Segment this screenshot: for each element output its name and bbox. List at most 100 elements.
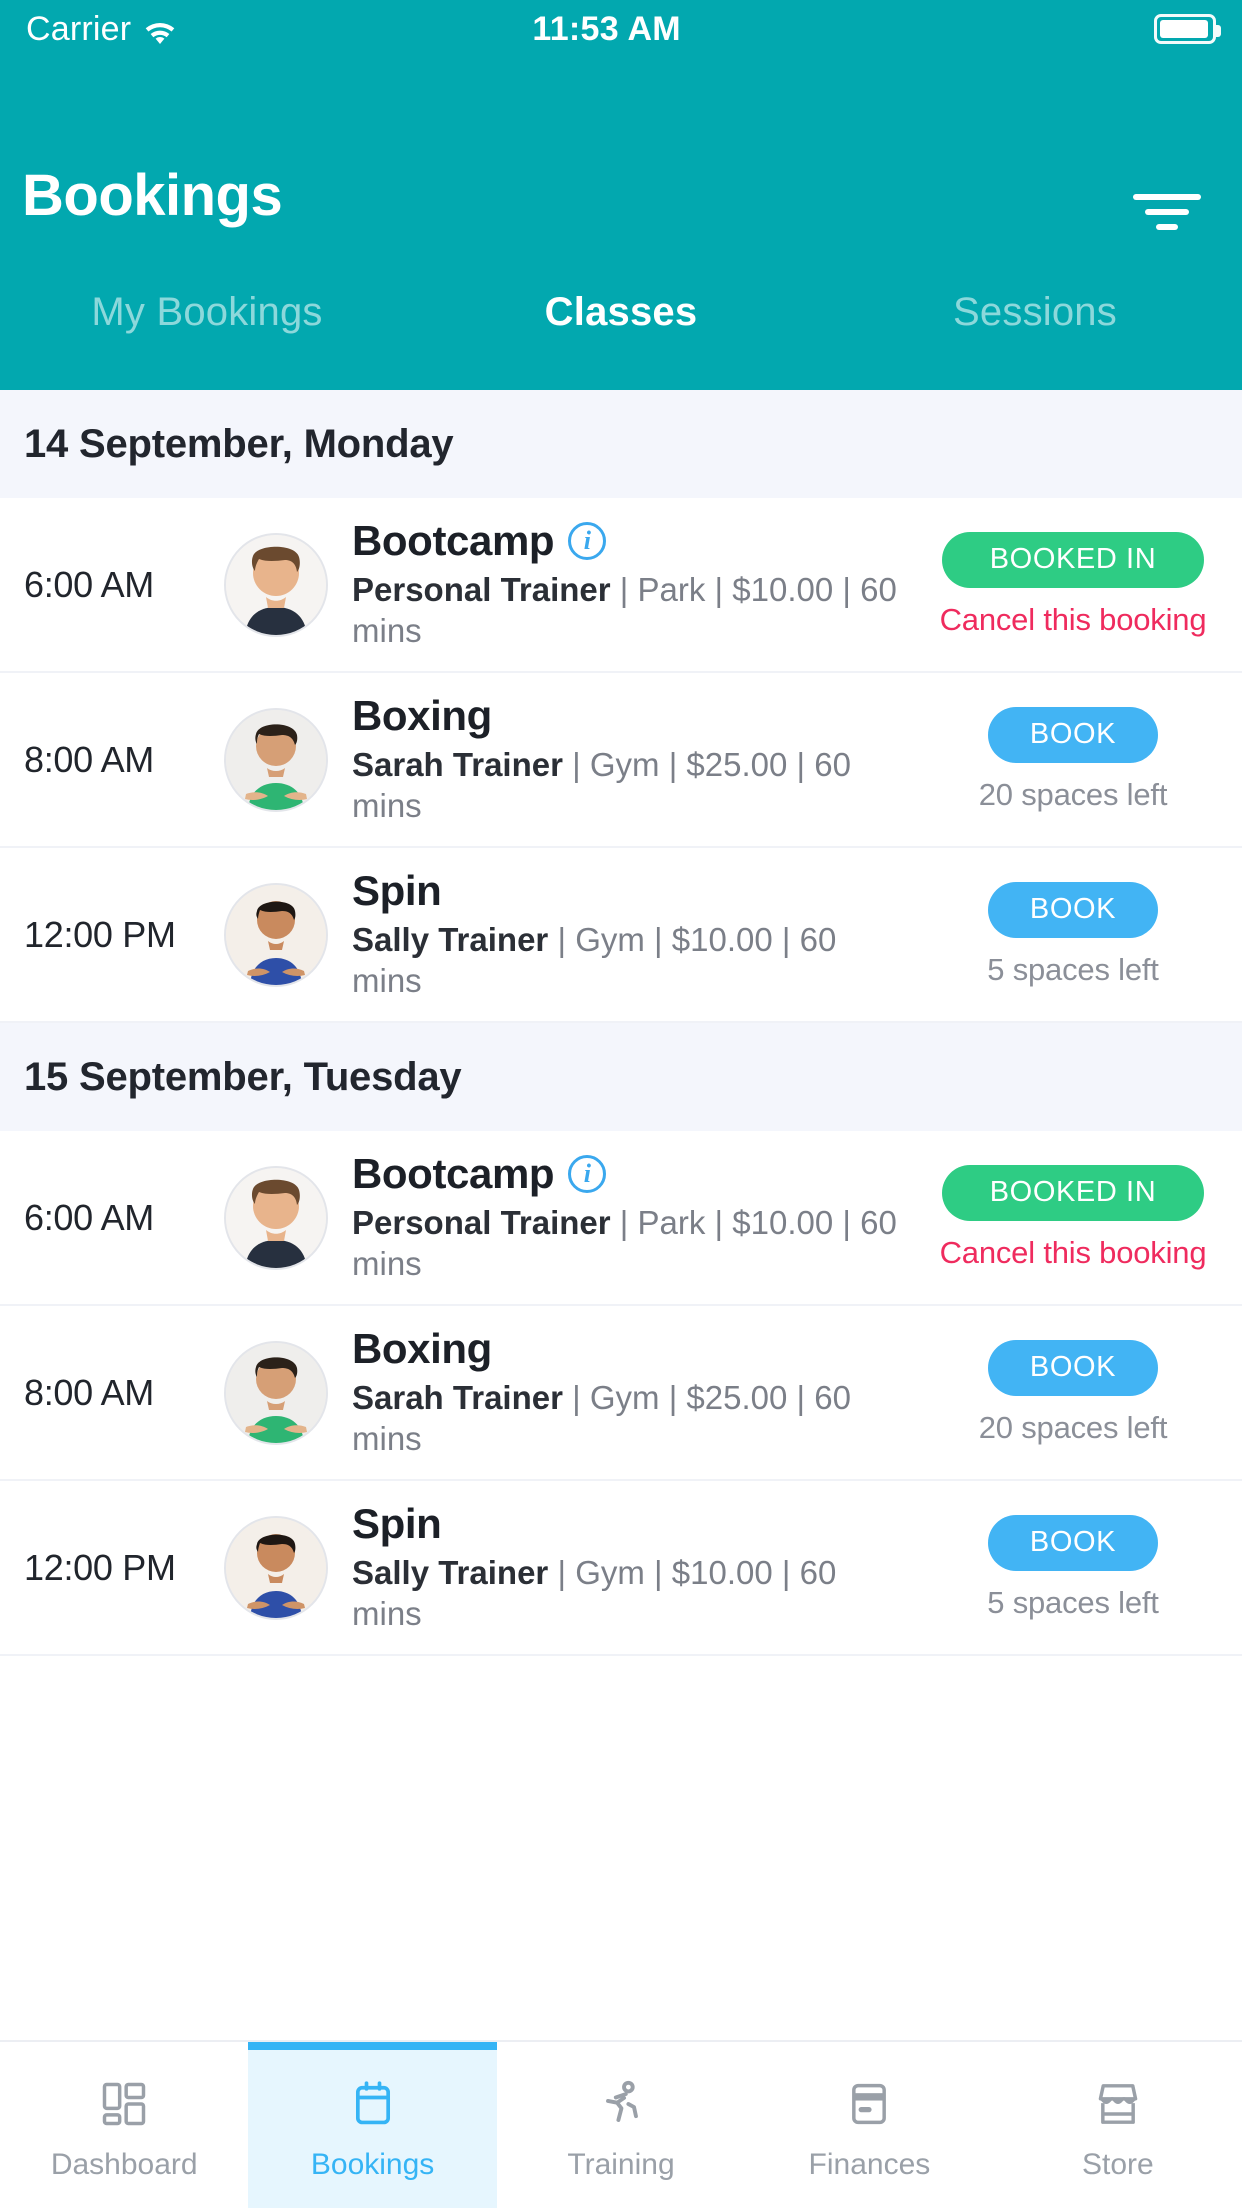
spaces-left-label: 20 spaces left	[978, 1409, 1168, 1445]
booked-in-button[interactable]: BOOKED IN	[942, 1164, 1204, 1221]
row-title-wrap: Boxing	[352, 692, 914, 739]
avatar	[224, 1515, 328, 1620]
tab-my-bookings[interactable]: My Bookings	[0, 286, 414, 335]
row-subtitle: Sarah Trainer | Gym | $25.00 | 60 mins	[352, 1378, 914, 1460]
trainer-name: Personal Trainer	[352, 1204, 611, 1242]
row-title-wrap: Spin	[352, 867, 914, 914]
date-header: 15 September, Tuesday	[0, 1023, 1242, 1131]
store-icon	[1088, 2074, 1148, 2134]
row-action: BOOK 5 spaces left	[928, 1514, 1218, 1621]
table-row[interactable]: 6:00 AM Bootcamp i Personal Trainer | Pa…	[0, 498, 1242, 673]
row-action: BOOK 20 spaces left	[928, 706, 1218, 813]
row-main: Spin Sally Trainer | Gym | $10.00 | 60 m…	[352, 867, 928, 1002]
filter-icon[interactable]	[1124, 186, 1210, 238]
info-icon[interactable]: i	[568, 1154, 607, 1193]
cancel-booking-link[interactable]: Cancel this booking	[940, 1235, 1207, 1271]
app-screen: Carrier 11:53 AM Bookings My Bookings Cl…	[0, 0, 1242, 2208]
spaces-left-label: 5 spaces left	[987, 1584, 1159, 1620]
row-main: Bootcamp i Personal Trainer | Park | $10…	[352, 1150, 928, 1285]
bottom-tab-store[interactable]: Store	[994, 2042, 1242, 2208]
bottom-tab-label: Store	[1081, 2148, 1154, 2181]
table-row[interactable]: 8:00 AM Boxing Sarah Trainer | Gym | $25…	[0, 1306, 1242, 1481]
status-bar-left: Carrier	[26, 10, 177, 49]
row-subtitle: Personal Trainer | Park | $10.00 | 60 mi…	[352, 570, 914, 652]
bookings-list[interactable]: 14 September, Monday 6:00 AM Bootcamp i …	[0, 390, 1242, 2040]
row-main: Boxing Sarah Trainer | Gym | $25.00 | 60…	[352, 1325, 928, 1460]
class-title: Spin	[352, 867, 442, 915]
row-subtitle: Sarah Trainer | Gym | $25.00 | 60 mins	[352, 745, 914, 827]
spaces-left-label: 20 spaces left	[978, 776, 1168, 812]
date-header: 14 September, Monday	[0, 390, 1242, 498]
trainer-name: Sarah Trainer	[352, 746, 563, 784]
table-row[interactable]: 12:00 PM Spin Sally Trainer | Gym | $10.…	[0, 848, 1242, 1023]
row-action: BOOKED IN Cancel this booking	[928, 531, 1218, 638]
trainer-name: Personal Trainer	[352, 571, 611, 609]
row-subtitle: Personal Trainer | Park | $10.00 | 60 mi…	[352, 1203, 914, 1285]
status-bar: Carrier 11:53 AM	[0, 0, 1242, 58]
bottom-tab-bar: Dashboard Bookings Training Finances Sto…	[0, 2040, 1242, 2208]
row-main: Bootcamp i Personal Trainer | Park | $10…	[352, 517, 928, 652]
avatar	[224, 882, 328, 987]
card-icon	[839, 2074, 899, 2134]
class-title: Spin	[352, 1500, 442, 1548]
bottom-tab-label: Dashboard	[50, 2148, 198, 2181]
carrier-label: Carrier	[26, 9, 132, 48]
dashboard-icon	[94, 2074, 154, 2134]
bottom-tab-training[interactable]: Training	[497, 2042, 745, 2208]
trainer-name: Sarah Trainer	[352, 1379, 563, 1417]
avatar	[224, 707, 328, 812]
trainer-name: Sally Trainer	[352, 921, 549, 959]
table-row[interactable]: 12:00 PM Spin Sally Trainer | Gym | $10.…	[0, 1481, 1242, 1656]
row-title-wrap: Bootcamp i	[352, 517, 914, 564]
book-button[interactable]: BOOK	[988, 706, 1158, 763]
class-title: Bootcamp	[352, 1150, 555, 1198]
bottom-tab-label: Bookings	[310, 2148, 435, 2181]
row-time: 12:00 PM	[24, 1546, 176, 1588]
bottom-tab-bookings[interactable]: Bookings	[248, 2042, 498, 2208]
table-row[interactable]: 6:00 AM Bootcamp i Personal Trainer | Pa…	[0, 1131, 1242, 1306]
row-title-wrap: Bootcamp i	[352, 1150, 914, 1197]
book-button[interactable]: BOOK	[988, 1514, 1158, 1571]
status-bar-time: 11:53 AM	[532, 9, 681, 48]
row-main: Spin Sally Trainer | Gym | $10.00 | 60 m…	[352, 1500, 928, 1635]
row-time: 6:00 AM	[24, 1196, 154, 1238]
nav-header: Bookings	[0, 58, 1242, 286]
class-title: Boxing	[352, 692, 492, 740]
class-title: Bootcamp	[352, 517, 555, 565]
wifi-icon	[143, 16, 177, 44]
row-time: 8:00 AM	[24, 1371, 154, 1413]
row-action: BOOK 20 spaces left	[928, 1339, 1218, 1446]
bottom-tab-finances[interactable]: Finances	[745, 2042, 993, 2208]
calendar-icon	[343, 2074, 403, 2134]
row-title-wrap: Boxing	[352, 1325, 914, 1372]
status-bar-right	[1036, 14, 1221, 44]
table-row[interactable]: 8:00 AM Boxing Sarah Trainer | Gym | $25…	[0, 673, 1242, 848]
spaces-left-label: 5 spaces left	[987, 951, 1159, 987]
segmented-tab-bar: My Bookings Classes Sessions	[0, 286, 1242, 390]
info-icon[interactable]: i	[568, 521, 607, 560]
cancel-booking-link[interactable]: Cancel this booking	[940, 602, 1207, 638]
bottom-tab-label: Training	[567, 2148, 675, 2181]
row-action: BOOK 5 spaces left	[928, 881, 1218, 988]
row-subtitle: Sally Trainer | Gym | $10.00 | 60 mins	[352, 920, 914, 1002]
avatar	[224, 1340, 328, 1445]
row-action: BOOKED IN Cancel this booking	[928, 1164, 1218, 1271]
battery-icon	[1154, 14, 1221, 44]
tab-sessions[interactable]: Sessions	[828, 286, 1242, 335]
avatar	[224, 1165, 328, 1270]
avatar	[224, 532, 328, 637]
trainer-name: Sally Trainer	[352, 1554, 549, 1592]
row-time: 6:00 AM	[24, 563, 154, 605]
tab-classes[interactable]: Classes	[414, 286, 828, 335]
class-title: Boxing	[352, 1325, 492, 1373]
book-button[interactable]: BOOK	[988, 881, 1158, 938]
row-title-wrap: Spin	[352, 1500, 914, 1547]
row-subtitle: Sally Trainer | Gym | $10.00 | 60 mins	[352, 1553, 914, 1635]
row-main: Boxing Sarah Trainer | Gym | $25.00 | 60…	[352, 692, 928, 827]
page-title: Bookings	[22, 163, 283, 228]
booked-in-button[interactable]: BOOKED IN	[942, 531, 1204, 588]
bottom-tab-label: Finances	[808, 2148, 931, 2181]
book-button[interactable]: BOOK	[988, 1339, 1158, 1396]
bottom-tab-dashboard[interactable]: Dashboard	[0, 2042, 248, 2208]
row-time: 12:00 PM	[24, 913, 176, 955]
